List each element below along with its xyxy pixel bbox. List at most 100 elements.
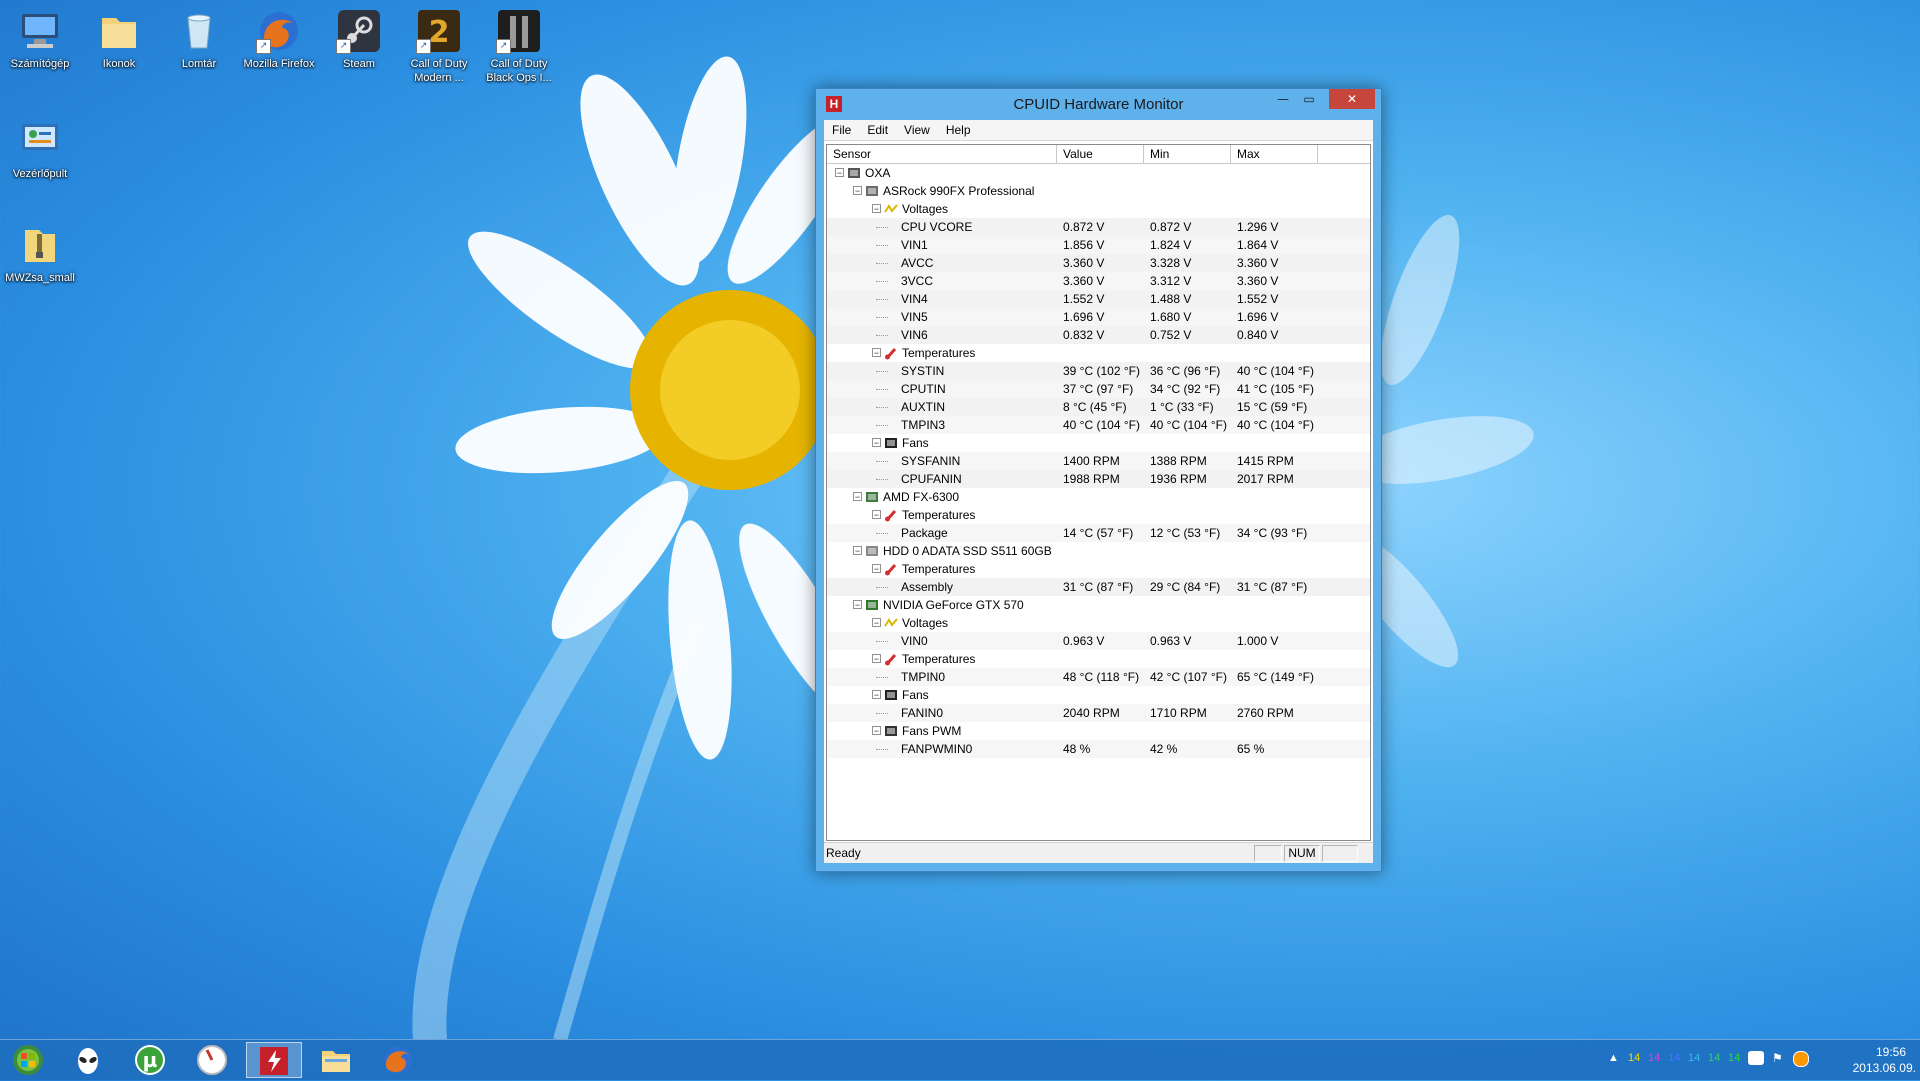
- sensor-name-cell: − Fans: [827, 434, 1057, 452]
- sensor-reading-row[interactable]: VIN5 1.696 V 1.680 V 1.696 V: [827, 308, 1370, 326]
- sensor-reading-row[interactable]: CPUFANIN 1988 RPM 1936 RPM 2017 RPM: [827, 470, 1370, 488]
- sensor-tree[interactable]: Sensor Value Min Max − OXA − ASRock 990FX P…: [826, 144, 1371, 841]
- taskbar-explorer[interactable]: [308, 1042, 364, 1078]
- column-min[interactable]: Min: [1144, 145, 1231, 163]
- tray-temp-3[interactable]: 14: [1688, 1052, 1700, 1064]
- sensor-group-row[interactable]: − Fans: [827, 686, 1370, 704]
- sensor-reading-row[interactable]: CPU VCORE 0.872 V 0.872 V 1.296 V: [827, 218, 1370, 236]
- desktop-icon-mwzsa[interactable]: MWZsa_small: [3, 218, 77, 285]
- sensor-reading-row[interactable]: Assembly 31 °C (87 °F) 29 °C (84 °F) 31 °C …: [827, 578, 1370, 596]
- desktop-icon-cod-blackops[interactable]: ↗ Call of Duty Black Ops I...: [482, 4, 556, 85]
- sensor-reading-row[interactable]: SYSTIN 39 °C (102 °F) 36 °C (96 °F) 40 °C (…: [827, 362, 1370, 380]
- sensor-reading-row[interactable]: SYSFANIN 1400 RPM 1388 RPM 1415 RPM: [827, 452, 1370, 470]
- desktop-icon-steam[interactable]: ↗ Steam: [322, 4, 396, 71]
- sensor-min-cell: 42 %: [1150, 742, 1178, 756]
- sensor-min-cell: 1710 RPM: [1150, 706, 1207, 720]
- menu-edit[interactable]: Edit: [859, 120, 896, 140]
- sensor-group-row[interactable]: − Temperatures: [827, 506, 1370, 524]
- sensor-group-row[interactable]: − Temperatures: [827, 344, 1370, 362]
- desktop-icon-computer[interactable]: Számítógép: [3, 4, 77, 71]
- sensor-reading-row[interactable]: TMPIN0 48 °C (118 °F) 42 °C (107 °F) 65 °C …: [827, 668, 1370, 686]
- desktop-icon-cod-mw2[interactable]: 2 ↗ Call of Duty Modern ...: [402, 4, 476, 85]
- sensor-group-row[interactable]: − AMD FX-6300: [827, 488, 1370, 506]
- collapse-toggle[interactable]: −: [872, 726, 881, 736]
- column-sensor[interactable]: Sensor: [827, 145, 1057, 163]
- sensor-reading-row[interactable]: VIN1 1.856 V 1.824 V 1.864 V: [827, 236, 1370, 254]
- sensor-group-row[interactable]: − Voltages: [827, 200, 1370, 218]
- sensor-group-row[interactable]: − NVIDIA GeForce GTX 570: [827, 596, 1370, 614]
- sensor-reading-row[interactable]: FANIN0 2040 RPM 1710 RPM 2760 RPM: [827, 704, 1370, 722]
- tray-temp-4[interactable]: 14: [1708, 1052, 1720, 1064]
- taskbar: µ ▲ 14 14 14 14 14 14 ⚑ 19:56 2013.06.09…: [0, 1039, 1920, 1080]
- desktop-icon-control-panel[interactable]: Vezérlőpult: [3, 114, 77, 181]
- sensor-reading-row[interactable]: TMPIN3 40 °C (104 °F) 40 °C (104 °F) 40 °C …: [827, 416, 1370, 434]
- sensor-group-row[interactable]: − Temperatures: [827, 650, 1370, 668]
- sensor-name-cell: − ASRock 990FX Professional: [827, 182, 1057, 200]
- sensor-group-row[interactable]: − OXA: [827, 164, 1370, 182]
- collapse-toggle[interactable]: −: [872, 510, 881, 520]
- collapse-toggle[interactable]: −: [853, 186, 862, 196]
- alien-icon: [78, 1048, 98, 1074]
- minimize-button[interactable]: —: [1269, 89, 1297, 109]
- tray-overflow-arrow[interactable]: ▲: [1608, 1052, 1619, 1064]
- desktop-icon-ikonok[interactable]: Ikonok: [82, 4, 156, 71]
- collapse-toggle[interactable]: −: [872, 654, 881, 664]
- tray-temp-5[interactable]: 14: [1728, 1052, 1740, 1064]
- sensor-label: VIN1: [901, 238, 928, 252]
- sensor-name-cell: SYSFANIN: [827, 452, 1057, 470]
- taskbar-hwmonitor[interactable]: [246, 1042, 302, 1078]
- collapse-toggle[interactable]: −: [872, 348, 881, 358]
- desktop-icon-recycle-bin[interactable]: Lomtár: [162, 4, 236, 71]
- tray-notification-icon[interactable]: [1793, 1051, 1809, 1067]
- sensor-reading-row[interactable]: AUXTIN 8 °C (45 °F) 1 °C (33 °F) 15 °C (59 …: [827, 398, 1370, 416]
- taskbar-gauge-app[interactable]: [184, 1042, 240, 1078]
- collapse-toggle[interactable]: −: [872, 564, 881, 574]
- tray-temp-2[interactable]: 14: [1668, 1052, 1680, 1064]
- sensor-group-row[interactable]: − Fans: [827, 434, 1370, 452]
- sensor-group-row[interactable]: − ASRock 990FX Professional: [827, 182, 1370, 200]
- sensor-reading-row[interactable]: VIN0 0.963 V 0.963 V 1.000 V: [827, 632, 1370, 650]
- sensor-reading-row[interactable]: AVCC 3.360 V 3.328 V 3.360 V: [827, 254, 1370, 272]
- sensor-reading-row[interactable]: CPUTIN 37 °C (97 °F) 34 °C (92 °F) 41 °C (1…: [827, 380, 1370, 398]
- column-max[interactable]: Max: [1231, 145, 1318, 163]
- menu-file[interactable]: File: [824, 120, 859, 140]
- sensor-group-row[interactable]: − Temperatures: [827, 560, 1370, 578]
- collapse-toggle[interactable]: −: [853, 600, 862, 610]
- title-bar[interactable]: H CPUID Hardware Monitor — ▭ ✕: [816, 89, 1381, 119]
- sensor-group-row[interactable]: − Voltages: [827, 614, 1370, 632]
- collapse-toggle[interactable]: −: [835, 168, 844, 178]
- sensor-group-row[interactable]: − Fans PWM: [827, 722, 1370, 740]
- sensor-reading-row[interactable]: VIN6 0.832 V 0.752 V 0.840 V: [827, 326, 1370, 344]
- tray-temp-1[interactable]: 14: [1648, 1052, 1660, 1064]
- collapse-toggle[interactable]: −: [853, 546, 862, 556]
- sensor-value-cell: 8 °C (45 °F): [1063, 400, 1127, 414]
- collapse-toggle[interactable]: −: [872, 618, 881, 628]
- taskbar-alien-app[interactable]: [60, 1042, 116, 1078]
- menu-help[interactable]: Help: [938, 120, 979, 140]
- sensor-reading-row[interactable]: 3VCC 3.360 V 3.312 V 3.360 V: [827, 272, 1370, 290]
- sensor-reading-row[interactable]: VIN4 1.552 V 1.488 V 1.552 V: [827, 290, 1370, 308]
- sensor-reading-row[interactable]: Package 14 °C (57 °F) 12 °C (53 °F) 34 °C (…: [827, 524, 1370, 542]
- maximize-button[interactable]: ▭: [1295, 89, 1323, 109]
- sensor-name-cell: TMPIN3: [827, 416, 1057, 434]
- sensor-group-label: Fans: [902, 688, 929, 702]
- start-button[interactable]: [0, 1042, 56, 1078]
- clock-time[interactable]: 19:56: [1876, 1045, 1906, 1059]
- collapse-toggle[interactable]: −: [853, 492, 862, 502]
- taskbar-utorrent[interactable]: µ: [122, 1042, 178, 1078]
- tray-temp-0[interactable]: 14: [1628, 1052, 1640, 1064]
- collapse-toggle[interactable]: −: [872, 438, 881, 448]
- close-button[interactable]: ✕: [1329, 89, 1375, 109]
- tray-flag-icon[interactable]: ⚑: [1772, 1051, 1786, 1065]
- collapse-toggle[interactable]: −: [872, 204, 881, 214]
- collapse-toggle[interactable]: −: [872, 690, 881, 700]
- sensor-reading-row[interactable]: FANPWMIN0 48 % 42 % 65 %: [827, 740, 1370, 758]
- clock-date[interactable]: 2013.06.09.: [1853, 1061, 1916, 1075]
- tray-steam-icon[interactable]: [1748, 1051, 1764, 1065]
- taskbar-firefox[interactable]: [370, 1042, 426, 1078]
- sensor-min-cell: [1144, 200, 1231, 218]
- menu-view[interactable]: View: [896, 120, 938, 140]
- sensor-group-row[interactable]: − HDD 0 ADATA SSD S511 60GB: [827, 542, 1370, 560]
- desktop-icon-firefox[interactable]: ↗ Mozilla Firefox: [242, 4, 316, 71]
- column-value[interactable]: Value: [1057, 145, 1144, 163]
